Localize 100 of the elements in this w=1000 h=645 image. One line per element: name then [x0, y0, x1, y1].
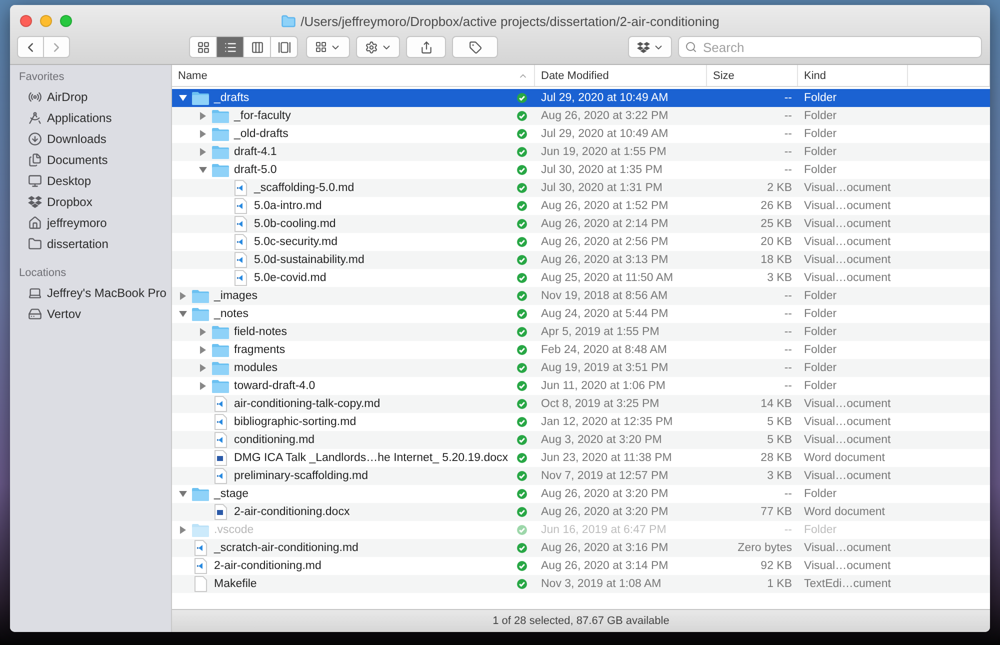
file-row[interactable]: _scratch-air-conditioning.md Aug 26, 2020 at 3:16 PM Zero bytes Visual…ocument — [172, 539, 990, 557]
collapsed-triangle-icon[interactable] — [179, 292, 187, 300]
file-row[interactable]: modules Aug 19, 2019 at 3:51 PM -- Folder — [172, 359, 990, 377]
file-name: _scaffolding-5.0.md — [254, 182, 356, 194]
gallery-icon — [278, 40, 290, 54]
file-row[interactable]: _scaffolding-5.0.md Jul 30, 2020 at 1:31 PM 2 KB Visual…ocument — [172, 179, 990, 197]
tag-button[interactable] — [452, 36, 498, 58]
sidebar-item[interactable]: AirDrop — [47, 90, 88, 104]
size-cell-text: -- — [783, 344, 793, 356]
collapsed-triangle-icon[interactable] — [199, 364, 207, 372]
file-row[interactable]: _for-faculty Aug 26, 2020 at 3:22 PM -- Folder — [172, 107, 990, 125]
sidebar-item[interactable]: dissertation — [47, 236, 108, 250]
back-button[interactable] — [17, 36, 44, 58]
desktop-icon — [28, 174, 42, 188]
folder-icon — [192, 307, 208, 321]
search-input[interactable]: Search — [701, 38, 975, 56]
sidebar-item[interactable]: Downloads — [47, 132, 106, 146]
collapsed-triangle-icon[interactable] — [199, 346, 207, 354]
file-name: 2-air-conditioning.docx — [234, 506, 351, 518]
file-row[interactable]: _drafts Jul 29, 2020 at 10:49 AM -- Folder — [172, 89, 990, 107]
size-cell-text: -- — [783, 488, 793, 500]
expanded-triangle-icon[interactable] — [179, 94, 187, 102]
sidebar-item[interactable]: Dropbox — [47, 194, 92, 208]
synced-check-icon — [517, 129, 527, 139]
file-name: conditioning.md — [234, 434, 316, 446]
size-cell-text: -- — [783, 326, 793, 338]
file-name: 5.0a-intro.md — [254, 200, 323, 212]
date-cell-text: Aug 19, 2019 at 3:51 PM — [540, 362, 670, 374]
file-row[interactable]: 2-air-conditioning.docx Aug 26, 2020 at 3:20 PM 77 KB Word document — [172, 503, 990, 521]
icon-view-button[interactable] — [189, 36, 217, 58]
sidebar-item[interactable]: jeffreymoro — [47, 216, 107, 230]
file-row[interactable]: draft-4.1 Jun 19, 2020 at 1:55 PM -- Folder — [172, 143, 990, 161]
file-name: toward-draft-4.0 — [234, 380, 316, 392]
collapsed-triangle-icon[interactable] — [199, 112, 207, 120]
file-row[interactable]: 5.0b-cooling.md Aug 26, 2020 at 2:14 PM 25 KB Visual…ocument — [172, 215, 990, 233]
file-name: Makefile — [214, 578, 258, 590]
search-field[interactable]: Search — [678, 36, 982, 58]
close-button[interactable] — [20, 15, 32, 27]
expanded-triangle-icon[interactable] — [179, 310, 187, 318]
folder-icon — [192, 91, 208, 105]
synced-check-icon — [517, 165, 527, 175]
sidebar-item[interactable]: Jeffrey's MacBook Pro — [47, 286, 166, 300]
code-file-icon — [214, 432, 226, 448]
collapsed-triangle-icon[interactable] — [199, 382, 207, 390]
column-header[interactable]: Size — [707, 65, 798, 86]
synced-check-icon — [517, 561, 527, 571]
gallery-view-button[interactable] — [270, 36, 298, 58]
collapsed-triangle-icon[interactable] — [179, 526, 187, 534]
column-view-button[interactable] — [243, 36, 271, 58]
sidebar-item[interactable]: Applications — [47, 110, 112, 124]
column-header[interactable]: Date Modified — [535, 65, 707, 86]
laptop-icon — [28, 286, 42, 300]
code-file-icon — [234, 180, 246, 196]
sidebar-item[interactable]: Vertov — [47, 306, 82, 320]
file-row[interactable]: 5.0d-sustainability.md Aug 26, 2020 at 3:13 PM 18 KB Visual…ocument — [172, 251, 990, 269]
expanded-triangle-icon[interactable] — [199, 166, 207, 174]
column-header[interactable]: Name — [172, 65, 535, 86]
grid-icon — [196, 40, 210, 54]
file-row[interactable]: Makefile Nov 3, 2019 at 1:08 AM 1 KB TextEdi…cument — [172, 575, 990, 593]
column-header[interactable]: Kind — [798, 65, 908, 86]
folder-icon — [28, 236, 42, 250]
zoom-button[interactable] — [60, 15, 72, 27]
dropbox-button[interactable] — [628, 36, 672, 58]
kind-cell-text: Visual…ocument — [803, 470, 892, 482]
file-row[interactable]: air-conditioning-talk-copy.md Oct 8, 2019 at 3:25 PM 14 KB Visual…ocument — [172, 395, 990, 413]
file-row[interactable]: conditioning.md Aug 3, 2020 at 3:20 PM 5 KB Visual…ocument — [172, 431, 990, 449]
file-name: bibliographic-sorting.md — [234, 416, 358, 428]
kind-cell-text: Folder — [803, 524, 838, 536]
collapsed-triangle-icon[interactable] — [199, 328, 207, 336]
synced-check-icon — [517, 327, 527, 337]
group-button[interactable] — [306, 36, 350, 58]
file-row[interactable]: preliminary-scaffolding.md Nov 7, 2019 at 12:57 PM 3 KB Visual…ocument — [172, 467, 990, 485]
sidebar-item[interactable]: Documents — [47, 152, 108, 166]
kind-cell-text: Folder — [803, 344, 838, 356]
file-row[interactable]: _images Nov 19, 2018 at 8:56 AM -- Folder — [172, 287, 990, 305]
list-view-button[interactable] — [216, 36, 244, 58]
kind-cell-text: Folder — [803, 110, 838, 122]
file-row[interactable]: field-notes Apr 5, 2019 at 1:55 PM -- Folder — [172, 323, 990, 341]
date-cell-text: Jul 29, 2020 at 10:49 AM — [540, 128, 670, 140]
sidebar-item[interactable]: Desktop — [47, 174, 92, 188]
collapsed-triangle-icon[interactable] — [199, 148, 207, 156]
file-name: DMG ICA Talk _Landlords…he Internet_ 5.20.19.docx — [234, 452, 510, 464]
size-cell-text: -- — [783, 128, 793, 140]
action-button[interactable] — [356, 36, 400, 58]
synced-check-icon — [517, 435, 527, 445]
date-cell-text: Jun 19, 2020 at 1:55 PM — [540, 146, 668, 158]
file-name: _drafts — [214, 92, 250, 104]
applications-icon — [28, 110, 42, 124]
expanded-triangle-icon[interactable] — [179, 490, 187, 498]
date-cell-text: Nov 19, 2018 at 8:56 AM — [540, 290, 669, 302]
code-file-icon — [214, 468, 226, 484]
file-name: _scratch-air-conditioning.md — [214, 542, 360, 554]
collapsed-triangle-icon[interactable] — [199, 130, 207, 138]
date-cell-text: Jun 11, 2020 at 1:06 PM — [540, 380, 666, 392]
search-icon — [685, 41, 697, 53]
word-file-icon — [214, 450, 226, 466]
share-button[interactable] — [406, 36, 446, 58]
dropbox-icon — [636, 40, 650, 54]
list-icon — [224, 40, 236, 54]
text-file-icon — [194, 576, 206, 592]
